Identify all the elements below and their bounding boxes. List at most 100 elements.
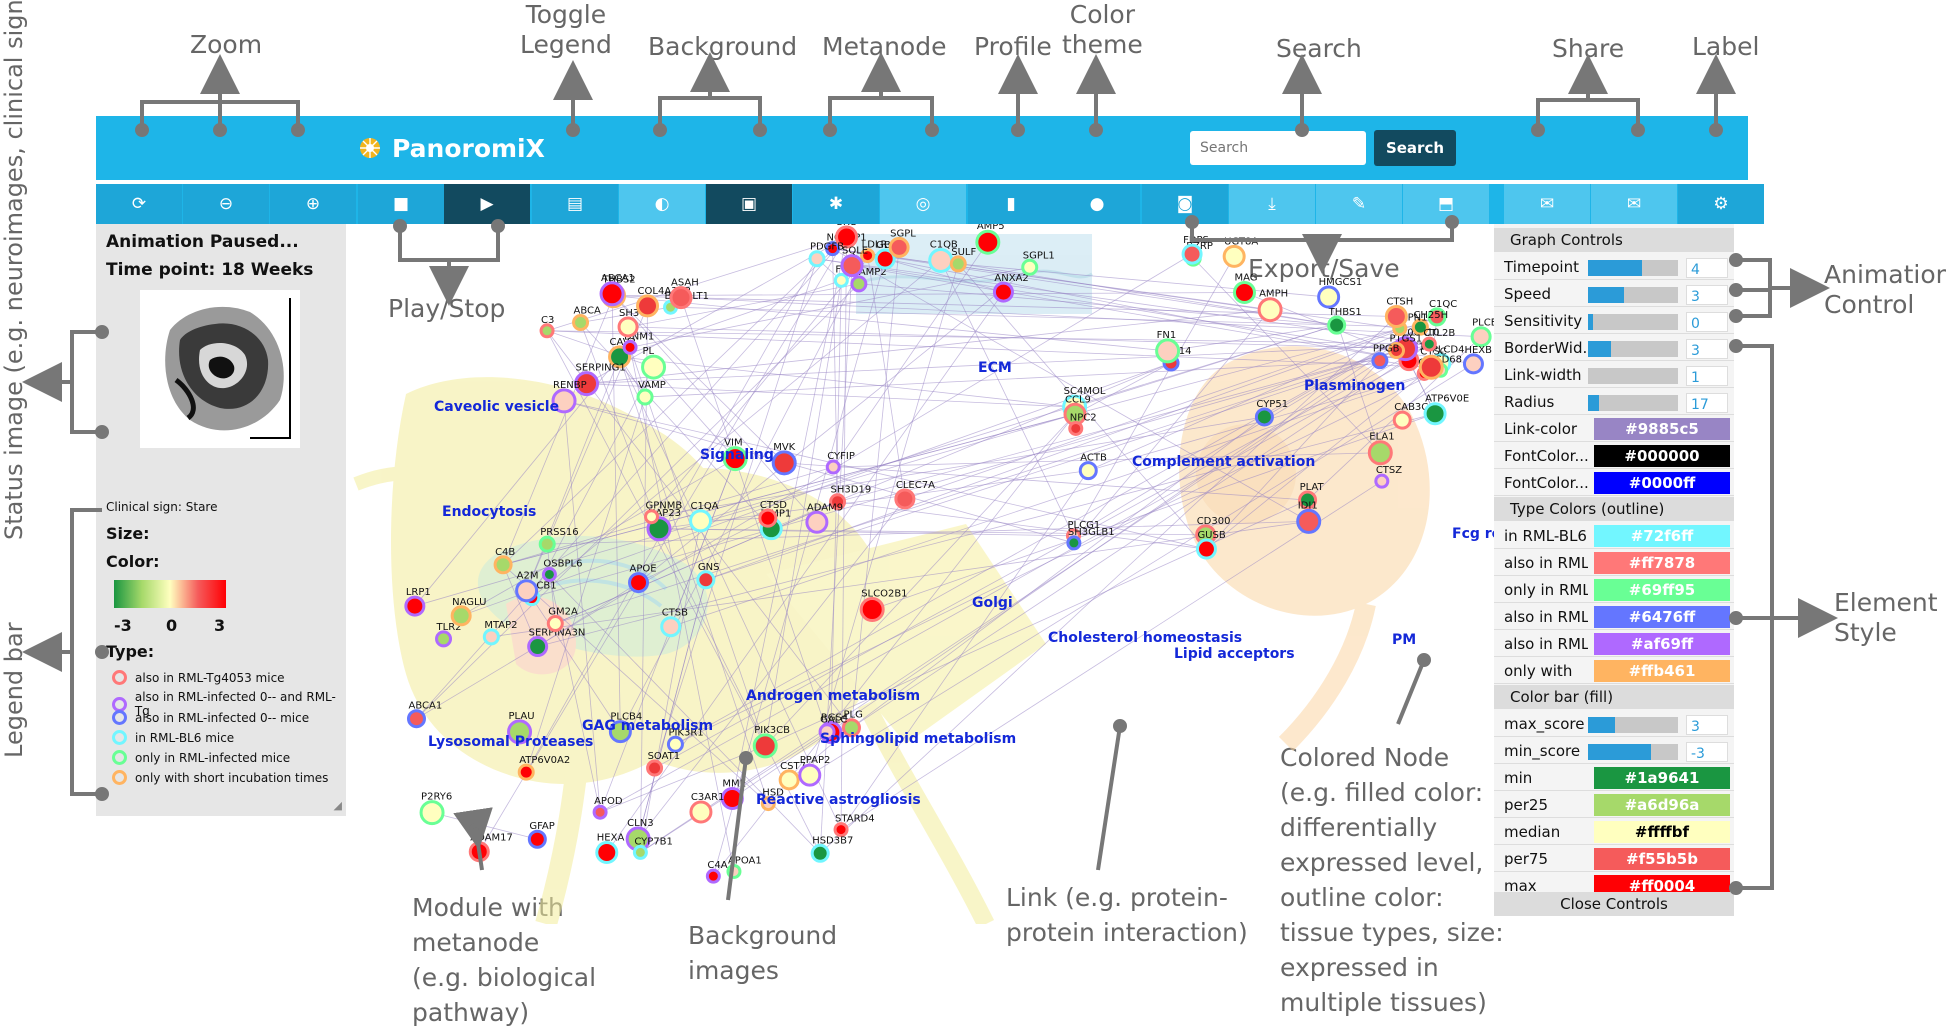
gene-node[interactable] [435,630,453,648]
module-metanode-label[interactable]: Lipid acceptors [1174,646,1295,662]
gene-node[interactable] [1222,244,1246,268]
gene-node[interactable] [798,763,822,787]
slider-track[interactable] [1588,395,1678,411]
slider-value-input[interactable]: 3 [1686,339,1728,359]
play-button[interactable]: ▶ [444,184,530,224]
module-metanode-label[interactable]: Plasminogen [1304,378,1405,394]
gene-node[interactable] [992,281,1014,303]
gene-node[interactable] [758,508,778,528]
gene-node[interactable] [778,769,800,791]
download-button[interactable]: ⤓ [1229,184,1315,224]
gene-node[interactable] [1257,297,1283,323]
gene-node[interactable] [644,509,660,525]
module-metanode-label[interactable]: Cholesterol homeostasis [1048,630,1242,646]
gene-node[interactable] [636,388,654,406]
gene-node[interactable] [928,247,954,273]
gene-node[interactable] [1470,326,1492,348]
type-colors-header[interactable]: Type Colors (outline) [1494,497,1734,521]
slider-value-input[interactable]: 1 [1686,366,1728,386]
slider-track[interactable] [1588,287,1678,303]
gene-node[interactable] [1462,353,1484,375]
type-color-swatch-button[interactable]: #6476ff [1594,606,1730,628]
bar-color-swatch-button[interactable]: #ffffbf [1594,821,1730,843]
graph-controls-header[interactable]: Graph Controls [1494,228,1734,252]
gene-node[interactable] [617,316,639,338]
module-metanode-label[interactable]: Caveolic vesicle [434,399,559,415]
bar-color-swatch-button[interactable]: #1a9641 [1594,767,1730,789]
gene-node[interactable] [894,488,916,510]
gene-node[interactable] [599,281,625,307]
gene-node[interactable] [468,841,490,863]
close-controls-button[interactable]: Close Controls [1494,892,1734,916]
resize-handle-icon[interactable]: ◢ [334,799,342,812]
network-graph[interactable]: CAV2NCKAP1AMPHPLCG1PLCD4MTAP2CYFIPPLCB4R… [346,217,1503,929]
label-settings-button[interactable]: ⚙ [1678,184,1764,224]
search-button[interactable]: Search [1374,130,1456,166]
module-metanode-label[interactable]: Reactive astrogliosis [756,792,921,808]
color-swatch-button[interactable]: #9885c5 [1594,418,1730,440]
type-color-swatch-button[interactable]: #af69ff [1594,633,1730,655]
bar-color-swatch-button[interactable]: #a6d96a [1594,794,1730,816]
slider-value-input[interactable]: 3 [1686,285,1728,305]
color-swatch-button[interactable]: #0000ff [1594,472,1730,494]
gene-node[interactable] [641,354,667,380]
gene-node[interactable] [1317,285,1341,309]
gene-node[interactable] [705,868,721,884]
color-swatch-button[interactable]: #000000 [1594,445,1730,467]
gene-node[interactable] [949,255,967,273]
module-metanode-label[interactable]: Lysosomal Proteases [428,734,593,750]
gene-node[interactable] [660,616,682,638]
gene-node[interactable] [805,510,829,534]
save-button[interactable]: ⬒ [1403,184,1489,224]
gene-node[interactable] [527,829,547,849]
module-metanode-label[interactable]: Endocytosis [442,504,536,520]
gene-node[interactable] [666,735,684,753]
toggle-legend-button[interactable]: ▤ [532,184,618,224]
module-metanode-label[interactable]: GAG metabolism [582,718,713,734]
gene-node[interactable] [515,579,539,603]
stop-button[interactable]: ■ [358,184,444,224]
background-image-button[interactable]: ▣ [706,184,792,224]
slider-track[interactable] [1588,260,1678,276]
gene-node[interactable] [572,313,590,331]
gene-node[interactable] [850,275,868,293]
gene-node[interactable] [726,863,742,879]
gene-node[interactable] [752,733,778,759]
gene-node[interactable] [1384,305,1408,329]
score-slider-track[interactable] [1588,744,1678,760]
gene-node[interactable] [632,844,648,860]
gene-node[interactable] [1254,407,1274,427]
gene-node[interactable] [419,800,445,826]
gene-node[interactable] [628,572,650,594]
type-color-swatch-button[interactable]: #ff7878 [1594,552,1730,574]
score-slider-track[interactable] [1588,717,1678,733]
share-lock-button[interactable]: ✉ [1591,184,1677,224]
gene-node[interactable] [1367,440,1393,466]
gene-node[interactable] [1066,535,1082,551]
gene-node[interactable] [1078,461,1098,481]
gene-node[interactable] [1021,258,1039,276]
gene-node[interactable] [482,628,500,646]
gene-node[interactable] [538,535,556,553]
gene-node[interactable] [669,286,693,310]
slider-value-input[interactable]: 0 [1686,312,1728,332]
zoom-out-button[interactable]: ⊖ [183,184,269,224]
gene-node[interactable] [592,804,608,820]
bar-color-swatch-button[interactable]: #f55b5b [1594,848,1730,870]
gene-node[interactable] [646,759,664,777]
gene-node[interactable] [541,566,557,582]
share-edit-button[interactable]: ✉ [1504,184,1590,224]
type-color-swatch-button[interactable]: #69ff95 [1594,579,1730,601]
module-metanode-label[interactable]: Fcg re [1452,526,1501,542]
gene-node[interactable] [696,570,716,590]
gene-node[interactable] [404,595,426,617]
type-color-swatch-button[interactable]: #ffb461 [1594,660,1730,682]
module-metanode-label[interactable]: Signaling [700,447,774,463]
gene-node[interactable] [1371,352,1389,370]
gene-node[interactable] [450,605,472,627]
color-bar-header[interactable]: Color bar (fill) [1494,685,1734,709]
gene-node[interactable] [1327,315,1347,335]
slider-track[interactable] [1588,368,1678,384]
score-slider-value-input[interactable]: 3 [1686,715,1728,735]
gene-node[interactable] [859,597,885,623]
